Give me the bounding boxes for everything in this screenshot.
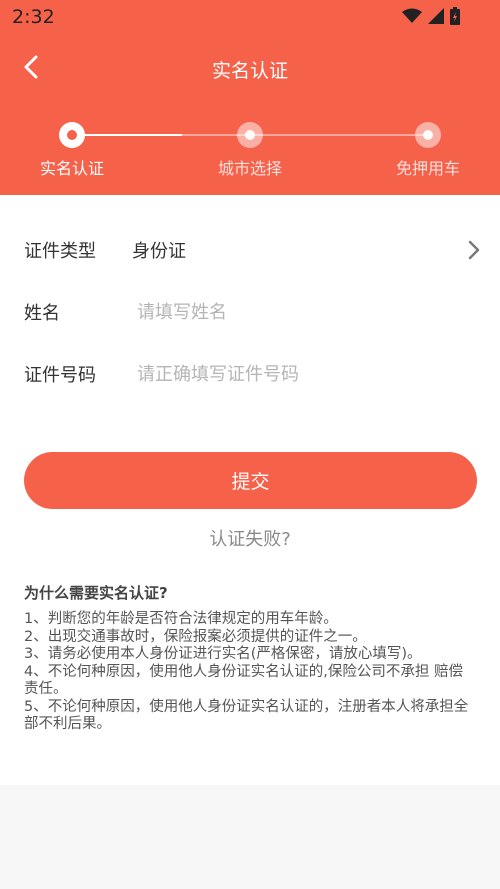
status-icons: [402, 7, 460, 29]
name-input[interactable]: [132, 301, 452, 323]
step-label-city: 城市选择: [217, 159, 282, 178]
page-title: 实名认证: [211, 60, 288, 82]
name-row: 姓名: [24, 292, 484, 332]
notice-title: 为什么需要实名认证?: [24, 584, 168, 602]
step-label-rental: 免押用车: [395, 159, 460, 178]
name-label: 姓名: [24, 303, 60, 324]
signal-icon: [428, 8, 444, 28]
id-type-row[interactable]: 证件类型 身份证: [24, 230, 484, 270]
verification-failed-link[interactable]: 认证失败?: [0, 525, 500, 551]
main-content: 证件类型 身份证 姓名 证件号码 提交 认证失败? 为什么需要实名认证? 1、判…: [0, 195, 500, 785]
step-dot-3: [415, 122, 441, 148]
status-time: 2:32: [12, 6, 55, 28]
wifi-icon: [402, 8, 422, 28]
step-label-identity: 实名认证: [39, 159, 104, 178]
step-dot-2: [237, 122, 263, 148]
header: 2:32 实名认证 实名认证 城市选择 免押用车: [0, 0, 500, 195]
notice-item: 4、不论何种原因，使用他人身份证实名认证的,保险公司不承担 赔偿责任。: [24, 663, 463, 698]
notice-item: 3、请务必使用本人身份证进行实名(严格保密，请放心填写)。: [24, 646, 422, 662]
notice-item: 1、判断您的年龄是否符合法律规定的用车年龄。: [24, 611, 338, 627]
id-number-label: 证件号码: [24, 365, 96, 386]
steps-progress: [72, 134, 182, 136]
chevron-right-icon: [468, 240, 480, 264]
id-number-input[interactable]: [132, 363, 452, 385]
battery-icon: [450, 7, 460, 29]
id-number-row: 证件号码: [24, 354, 484, 394]
notice-item: 5、不论何种原因，使用他人身份证实名认证的，注册者本人将承担全部不利后果。: [24, 698, 469, 733]
submit-button[interactable]: 提交: [24, 452, 477, 509]
step-dot-1: [59, 122, 85, 148]
status-bar: 2:32: [0, 0, 500, 34]
notice-item: 2、出现交通事故时，保险报案必须提供的证件之一。: [24, 628, 367, 645]
notice-list: 1、判断您的年龄是否符合法律规定的用车年龄。 2、出现交通事故时，保险报案必须提…: [24, 611, 476, 734]
id-type-label: 证件类型: [24, 241, 96, 262]
id-type-value: 身份证: [132, 241, 186, 262]
